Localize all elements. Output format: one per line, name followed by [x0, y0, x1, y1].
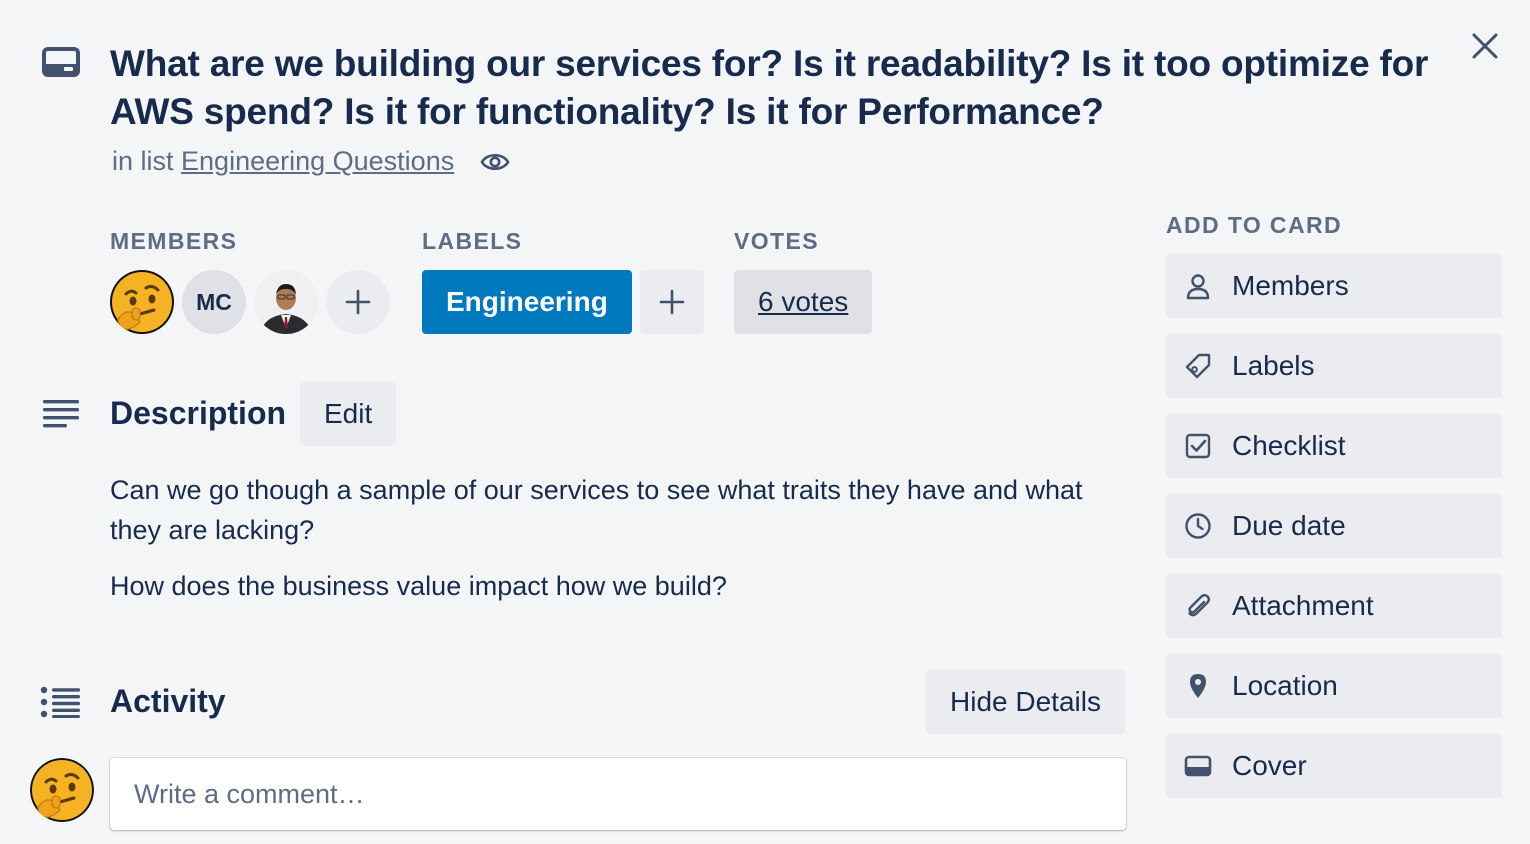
checkbox-icon: [1184, 432, 1212, 460]
add-member-button[interactable]: [326, 270, 390, 334]
cover-icon: [1184, 752, 1212, 780]
sidebar-item-label: Members: [1232, 270, 1349, 301]
close-icon[interactable]: [1466, 30, 1504, 64]
edit-description-button[interactable]: Edit: [300, 382, 397, 446]
labels-list: Engineering: [422, 270, 704, 334]
activity-title: Activity: [110, 683, 226, 719]
add-label-button[interactable]: [639, 270, 704, 334]
sidebar-item-label: Location: [1232, 670, 1338, 701]
votes-button[interactable]: 6 votes: [734, 270, 873, 334]
sidebar-members-button[interactable]: Members: [1166, 254, 1502, 318]
activity-icon: [40, 686, 80, 718]
comment-box[interactable]: [110, 758, 1126, 830]
label-engineering[interactable]: Engineering: [422, 270, 632, 334]
map-pin-icon: [1184, 672, 1212, 700]
avatar-mc[interactable]: MC: [182, 270, 246, 334]
current-user-avatar: [30, 758, 94, 822]
members-list: MC: [110, 270, 390, 334]
plus-icon: [659, 289, 685, 315]
description-title: Description: [110, 395, 287, 431]
sidebar-item-label: Checklist: [1232, 430, 1346, 461]
add-to-card-header: ADD TO CARD: [1166, 212, 1342, 238]
labels-header: LABELS: [422, 228, 523, 254]
members-header: MEMBERS: [110, 228, 238, 254]
description-paragraph-2[interactable]: How does the business value impact how w…: [110, 566, 1110, 606]
votes-header: VOTES: [734, 228, 819, 254]
clock-icon: [1184, 512, 1212, 540]
tag-icon: [1184, 352, 1212, 380]
sidebar-item-label: Cover: [1232, 750, 1307, 781]
sidebar-location-button[interactable]: Location: [1166, 654, 1502, 718]
person-icon: [1184, 272, 1212, 300]
sidebar-due-date-button[interactable]: Due date: [1166, 494, 1502, 558]
sidebar-item-label: Due date: [1232, 510, 1346, 541]
sidebar-attachment-button[interactable]: Attachment: [1166, 574, 1502, 638]
list-location: in list Engineering Questions: [112, 146, 510, 177]
card-title[interactable]: What are we building our services for? I…: [110, 40, 1430, 136]
comment-input[interactable]: [134, 778, 1126, 810]
description-paragraph-1[interactable]: Can we go though a sample of our service…: [110, 470, 1110, 550]
sidebar-labels-button[interactable]: Labels: [1166, 334, 1502, 398]
card-icon: [42, 46, 80, 78]
avatar-photo[interactable]: [254, 270, 318, 334]
sidebar-item-label: Attachment: [1232, 590, 1374, 621]
sidebar-checklist-button[interactable]: Checklist: [1166, 414, 1502, 478]
sidebar-item-label: Labels: [1232, 350, 1315, 381]
paperclip-icon: [1184, 592, 1212, 620]
list-link[interactable]: Engineering Questions: [181, 146, 454, 177]
avatar-thinking-face[interactable]: [110, 270, 174, 334]
description-icon: [42, 398, 80, 430]
eye-icon[interactable]: [480, 149, 510, 175]
plus-icon: [345, 289, 371, 315]
in-list-prefix: in list: [112, 146, 174, 176]
sidebar-cover-button[interactable]: Cover: [1166, 734, 1502, 798]
hide-details-button[interactable]: Hide Details: [926, 670, 1125, 734]
